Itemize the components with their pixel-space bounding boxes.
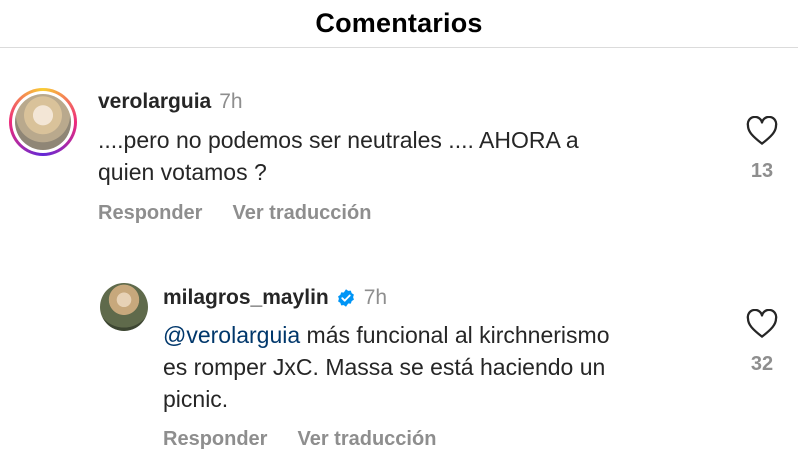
comment-text: ....pero no podemos ser neutrales .... A…	[98, 127, 579, 185]
comment-time: 7h	[219, 90, 243, 113]
translate-button[interactable]: Ver traducción	[232, 202, 371, 225]
comment-time: 7h	[363, 286, 388, 309]
comment-meta: milagros_maylin 7h	[163, 286, 387, 310]
username[interactable]: milagros_maylin	[163, 286, 329, 310]
comment-meta: verolarguia 7h	[98, 90, 243, 114]
like-control: 13	[742, 116, 782, 183]
heart-icon[interactable]	[746, 309, 778, 339]
verified-badge-icon	[337, 289, 354, 307]
reply-button[interactable]: Responder	[163, 428, 267, 451]
translate-button[interactable]: Ver traducción	[297, 428, 436, 451]
like-control: 32	[742, 309, 782, 376]
like-count: 32	[750, 353, 774, 375]
profile-photo	[15, 94, 71, 150]
like-count: 13	[750, 160, 774, 182]
username[interactable]: verolarguia	[98, 90, 211, 114]
avatar[interactable]	[9, 88, 77, 156]
comment-text: @verolarguia más funcional al kirchneris…	[163, 322, 610, 412]
comment-actions: Responder Ver traducción	[98, 202, 371, 225]
mention-link[interactable]: @verolarguia	[163, 322, 300, 348]
heart-icon[interactable]	[746, 116, 778, 146]
comment-actions: Responder Ver traducción	[163, 428, 436, 451]
reply-button[interactable]: Responder	[98, 202, 202, 225]
avatar[interactable]	[100, 283, 148, 331]
